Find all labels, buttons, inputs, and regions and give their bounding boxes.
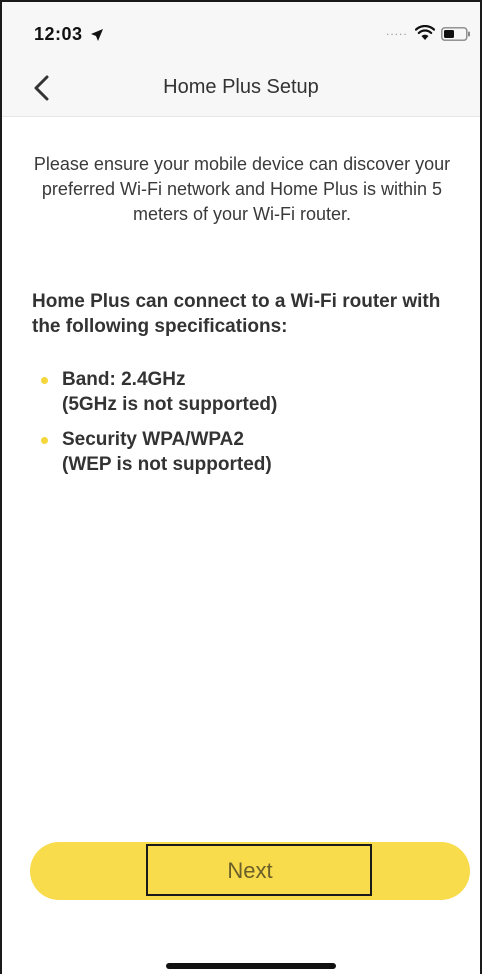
battery-icon <box>441 27 470 41</box>
location-arrow-icon <box>91 29 103 41</box>
cellular-signal-indicator: ..... <box>386 24 408 38</box>
bullet-icon <box>41 437 48 444</box>
spec-security-note: (WEP is not supported) <box>62 454 272 475</box>
specifications-list: Band: 2.4GHz (5GHz is not supported) Sec… <box>32 367 452 487</box>
phone-screen: 12:03 ..... Home Plus Setup Please ensur… <box>0 0 482 974</box>
bullet-icon <box>41 377 48 384</box>
specifications-heading: Home Plus can connect to a Wi-Fi router … <box>32 291 441 337</box>
spec-security: Security WPA/WPA2 <box>62 429 244 450</box>
list-item: Security WPA/WPA2 (WEP is not supported) <box>32 427 452 477</box>
status-bar: 12:03 ..... <box>2 2 480 58</box>
navigation-bar: Home Plus Setup <box>2 58 480 117</box>
home-indicator[interactable] <box>166 963 336 969</box>
status-time: 12:03 <box>34 24 83 44</box>
list-item: Band: 2.4GHz (5GHz is not supported) <box>32 367 452 417</box>
next-button[interactable]: Next <box>30 842 470 900</box>
spec-band: Band: 2.4GHz <box>62 369 186 390</box>
wifi-icon <box>415 25 435 40</box>
spec-band-note: (5GHz is not supported) <box>62 394 278 415</box>
instruction-text: Please ensure your mobile device can dis… <box>33 154 451 224</box>
next-button-label: Next <box>227 858 273 883</box>
page-title: Home Plus Setup <box>163 76 319 98</box>
